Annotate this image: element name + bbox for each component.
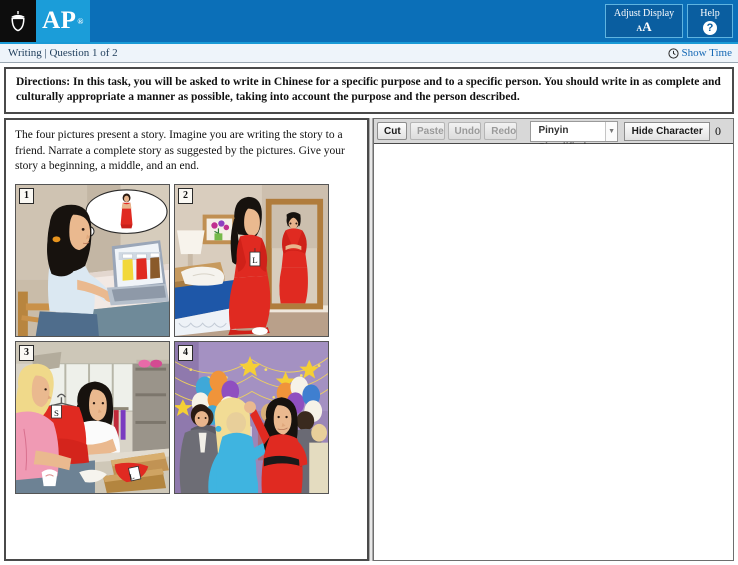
directions-container: Directions: In this task, you will be as…	[0, 63, 738, 114]
question-status-bar: Writing | Question 1 of 2 Show Time	[0, 44, 738, 63]
text-size-icon: AA	[636, 19, 652, 34]
redo-button[interactable]: Redo	[484, 122, 518, 140]
question-mark-icon: ?	[703, 21, 717, 35]
adjust-display-label: Adjust Display	[613, 8, 675, 19]
ap-brand-text: AP	[42, 7, 77, 34]
input-method-select[interactable]: Pinyin Simplified ▼	[530, 120, 619, 153]
ap-brand-logo: AP ®	[36, 0, 90, 42]
character-count-value: 0	[714, 123, 721, 138]
acorn-icon	[11, 11, 25, 32]
stimulus-pane: The four pictures present a story. Imagi…	[4, 118, 369, 561]
chevron-down-icon: ▼	[604, 121, 618, 141]
svg-text:S: S	[54, 408, 59, 418]
help-button[interactable]: Help ?	[687, 4, 733, 38]
directions-text: Directions: In this task, you will be as…	[4, 67, 734, 114]
input-method-value: Pinyin Simplified	[538, 124, 586, 153]
picture-number-badge: 2	[178, 187, 193, 204]
picture-1-illustration	[16, 184, 169, 336]
picture-number-badge: 1	[19, 187, 34, 204]
undo-button[interactable]: Undo	[447, 122, 482, 140]
registered-mark: ®	[77, 16, 84, 26]
picture-grid: 1 2 L 3 L S 4	[6, 179, 367, 494]
editor-toolbar: Cut Paste Undo Redo Pinyin Simplified ▼ …	[374, 119, 733, 154]
picture-4-illustration	[175, 341, 328, 493]
picture-2-illustration: L	[175, 184, 328, 336]
picture-number-badge: 3	[19, 344, 34, 361]
question-prompt: The four pictures present a story. Imagi…	[15, 129, 345, 172]
main-split-container: The four pictures present a story. Imagi…	[0, 114, 738, 565]
app-header: AP ® Adjust Display AA Help ?	[0, 0, 738, 44]
section-question-indicator: Writing | Question 1 of 2	[8, 47, 118, 59]
hide-character-count-button[interactable]: Hide Character Count	[624, 121, 710, 154]
header-spacer	[90, 0, 605, 42]
help-label: Help	[700, 8, 720, 19]
response-pane: Cut Paste Undo Redo Pinyin Simplified ▼ …	[373, 118, 734, 561]
character-count-group: Hide Character Count 0	[624, 121, 729, 154]
picture-3-illustration: L S	[16, 341, 169, 493]
story-picture-4: 4	[174, 340, 329, 494]
exam-application: AP ® Adjust Display AA Help ? Writing | Q…	[0, 0, 738, 561]
story-picture-2: 2 L	[174, 183, 329, 337]
story-picture-1: 1	[15, 183, 170, 337]
show-time-label: Show Time	[681, 47, 732, 59]
clock-icon	[667, 47, 679, 59]
adjust-display-button[interactable]: Adjust Display AA	[605, 4, 683, 38]
show-time-button[interactable]: Show Time	[667, 47, 732, 59]
picture-number-badge: 4	[178, 344, 193, 361]
header-buttons: Adjust Display AA Help ?	[605, 0, 738, 42]
svg-text:L: L	[252, 254, 257, 264]
response-textarea[interactable]	[374, 144, 733, 560]
paste-button[interactable]: Paste	[410, 122, 445, 140]
college-board-acorn-logo	[0, 0, 36, 42]
cut-button[interactable]: Cut	[377, 122, 407, 140]
story-picture-3: 3 L S	[15, 340, 170, 494]
